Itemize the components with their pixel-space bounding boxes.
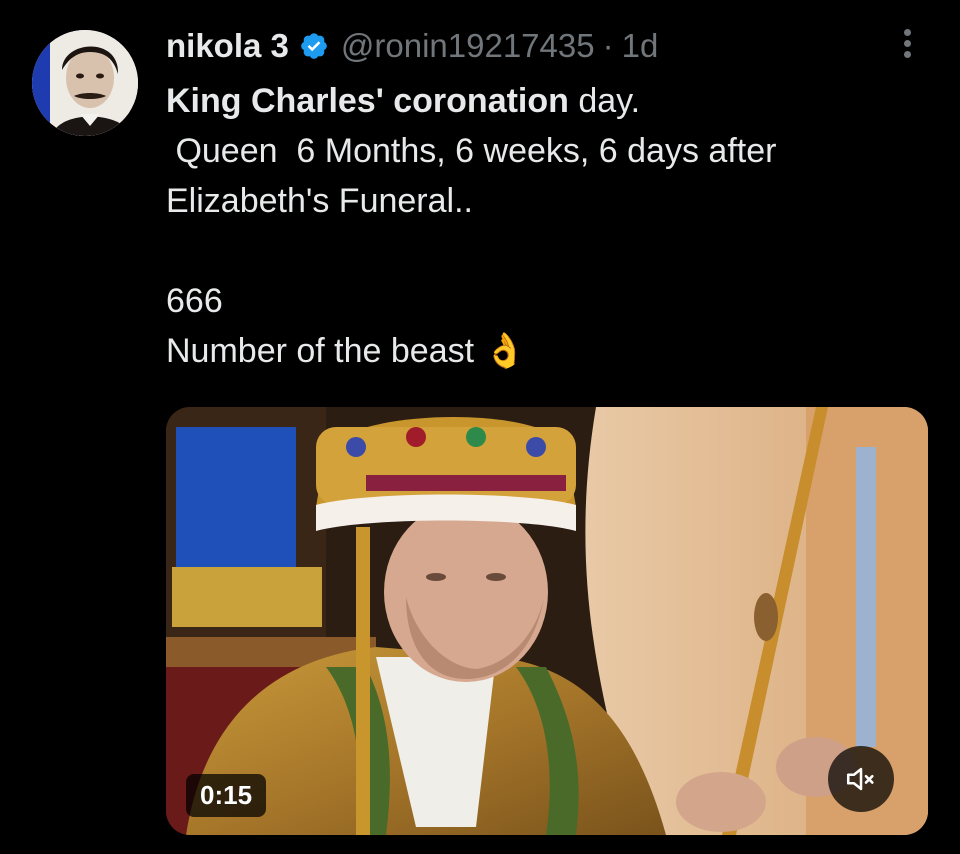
tweet-line-6-text: Number of the beast bbox=[166, 332, 475, 370]
author-handle[interactable]: @ronin19217435 bbox=[341, 27, 595, 65]
video-player[interactable]: 0:15 bbox=[166, 407, 928, 835]
tweet-text: King Charles' coronation day. Queen 6 Mo… bbox=[166, 76, 926, 376]
tweet-line-2: Queen 6 Months, 6 weeks, 6 days after bbox=[166, 132, 777, 170]
more-dots-icon[interactable] bbox=[894, 26, 920, 62]
speaker-muted-icon[interactable] bbox=[828, 746, 894, 812]
tweet-line-5: 666 bbox=[166, 282, 223, 320]
tweet-line-1-rest: day. bbox=[568, 82, 641, 120]
post-time[interactable]: 1d bbox=[622, 27, 659, 65]
tweet-line-1-bold: King Charles' coronation bbox=[166, 82, 569, 120]
ok-hand-emoji: 👌 bbox=[483, 332, 526, 370]
author-name[interactable]: nikola 3 bbox=[166, 27, 289, 65]
tweet-line-1: King Charles' coronation day. bbox=[166, 76, 926, 126]
tweet-line-6: Number of the beast 👌 bbox=[166, 326, 926, 376]
tweet-line-4 bbox=[166, 226, 926, 276]
video-duration-badge: 0:15 bbox=[186, 774, 267, 817]
video-frame bbox=[166, 407, 928, 835]
tweet-header: nikola 3 @ronin19217435 · 1d bbox=[166, 24, 658, 68]
avatar-portrait bbox=[32, 30, 138, 136]
tweet-line-3: Elizabeth's Funeral.. bbox=[166, 182, 473, 220]
header-separator: · bbox=[602, 27, 614, 64]
verified-badge-icon bbox=[299, 31, 329, 61]
author-avatar[interactable] bbox=[32, 30, 138, 136]
